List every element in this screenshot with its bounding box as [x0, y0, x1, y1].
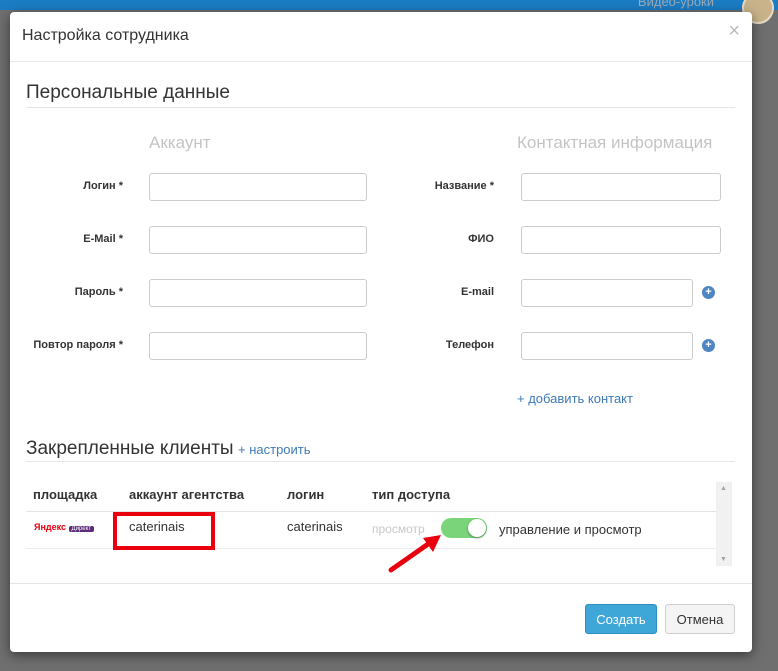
personal-data-title: Персональные данные [26, 82, 230, 103]
full-name-input[interactable] [521, 226, 721, 254]
login-input[interactable] [149, 173, 367, 201]
phone-input[interactable] [521, 332, 693, 360]
video-lessons-link[interactable]: Видео-уроки [638, 0, 714, 9]
toggle-knob [468, 519, 486, 537]
section-divider [26, 461, 735, 462]
close-icon[interactable]: × [728, 20, 740, 43]
yandex-logo: Яндекс Директ [34, 522, 95, 532]
dialog-title: Настройка сотрудника [22, 27, 189, 44]
col-access-type: тип доступа [372, 487, 451, 502]
add-contact-link[interactable]: + добавить контакт [517, 391, 633, 406]
name-input[interactable] [521, 173, 721, 201]
dialog-header: Настройка сотрудника × [10, 12, 752, 62]
password-label: Пароль * [74, 286, 123, 298]
col-login: логин [287, 487, 325, 502]
login-label: Логин * [83, 180, 123, 192]
configure-link[interactable]: + настроить [238, 442, 311, 457]
contact-info-heading: Контактная информация [517, 133, 713, 152]
employee-settings-dialog: Настройка сотрудника × Персональные данн… [10, 12, 752, 652]
highlight-box [113, 512, 215, 550]
scroll-down-icon[interactable]: ▼ [720, 556, 727, 563]
add-email-plus-icon[interactable]: + [702, 286, 715, 299]
password-input[interactable] [149, 279, 367, 307]
password-repeat-label: Повтор пароля * [33, 339, 123, 351]
password-repeat-input[interactable] [149, 332, 367, 360]
contact-email-input[interactable] [521, 279, 693, 307]
create-button[interactable]: Создать [585, 604, 657, 634]
red-arrow-annotation [388, 535, 441, 573]
login-value: caterinais [287, 519, 343, 534]
email-label: E-Mail * [83, 233, 123, 245]
table-scrollbar[interactable]: ▲ ▼ [716, 482, 732, 566]
access-toggle[interactable] [441, 518, 487, 538]
direct-badge: Директ [68, 526, 95, 532]
contact-email-label: E-mail [460, 286, 494, 298]
cancel-button[interactable]: Отмена [665, 604, 735, 634]
name-label: Название * [434, 180, 494, 192]
add-phone-plus-icon[interactable]: + [702, 339, 715, 352]
col-platform: площадка [33, 487, 98, 502]
col-agency-account: аккаунт агентства [129, 487, 245, 502]
attached-clients-title: Закрепленные клиенты [26, 438, 234, 459]
account-heading: Аккаунт [149, 133, 211, 152]
section-divider [26, 107, 735, 108]
email-input[interactable] [149, 226, 367, 254]
full-name-label: ФИО [468, 233, 494, 245]
phone-label: Телефон [445, 339, 494, 351]
footer-divider [10, 583, 752, 584]
access-manage-label: управление и просмотр [499, 522, 642, 537]
scroll-up-icon[interactable]: ▲ [720, 485, 727, 492]
